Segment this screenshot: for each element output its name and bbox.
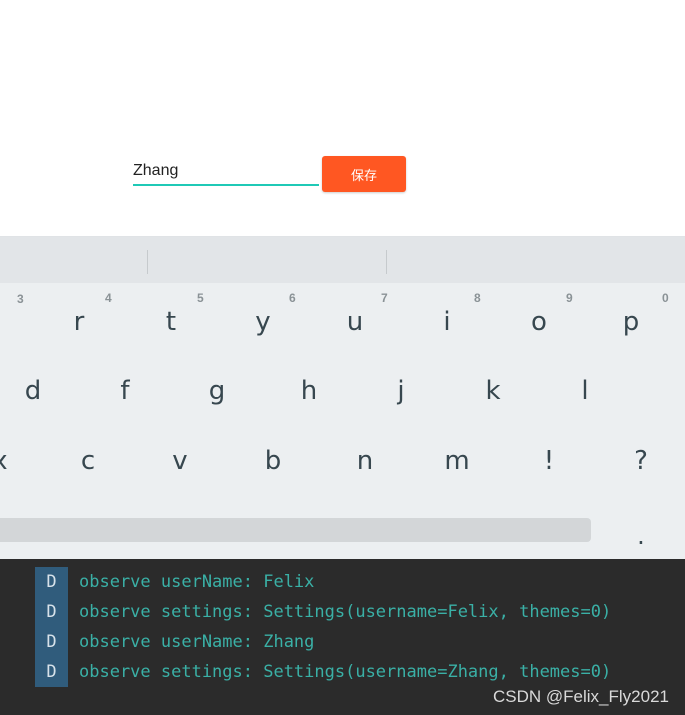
log-level-badge: D — [35, 567, 68, 597]
log-message: observe userName: Zhang — [79, 632, 315, 652]
watermark: CSDN @Felix_Fly2021 — [493, 687, 669, 706]
key-r[interactable]: 4 r — [49, 292, 112, 347]
key-label: g — [208, 376, 226, 406]
key-label: v — [172, 446, 188, 476]
key-label: ! — [543, 446, 555, 476]
key-label: h — [300, 376, 318, 406]
key-y[interactable]: 6 y — [233, 292, 295, 347]
key-l[interactable]: l — [555, 366, 615, 416]
key-hint: 9 — [566, 291, 573, 305]
app-screen: 保存 — [0, 0, 685, 236]
key-label: y — [255, 307, 271, 337]
key-label: b — [264, 446, 282, 476]
suggestion-strip — [0, 237, 685, 283]
key-label: l — [581, 376, 589, 406]
key-o[interactable]: 9 o — [509, 292, 573, 347]
key-label: k — [485, 376, 501, 406]
key-c[interactable]: c — [58, 436, 118, 486]
key-b[interactable]: b — [243, 436, 303, 486]
log-level-badge: D — [35, 657, 68, 687]
key-k[interactable]: k — [463, 366, 523, 416]
log-row: D observe settings: Settings(username=Zh… — [35, 657, 675, 687]
log-row: D observe settings: Settings(username=Fe… — [35, 597, 675, 627]
log-row: D observe userName: Zhang — [35, 627, 675, 657]
key-hint: 0 — [662, 291, 669, 305]
key-j[interactable]: j — [371, 366, 431, 416]
key-question[interactable]: ? — [611, 436, 671, 486]
key-hint: 4 — [105, 291, 112, 305]
save-button[interactable]: 保存 — [322, 156, 406, 192]
key-label: . — [637, 522, 645, 550]
key-hint: 8 — [474, 291, 481, 305]
key-label: t — [165, 307, 177, 337]
key-n[interactable]: n — [335, 436, 395, 486]
logcat-console: D observe userName: Felix D observe sett… — [0, 559, 685, 715]
log-message: observe settings: Settings(username=Feli… — [79, 602, 612, 622]
key-label: j — [397, 376, 405, 406]
key-label: r — [73, 307, 85, 337]
key-v[interactable]: v — [150, 436, 210, 486]
key-hint: 6 — [289, 291, 296, 305]
key-label: o — [531, 307, 547, 337]
log-message: observe userName: Felix — [79, 572, 315, 592]
key-label: d — [24, 376, 42, 406]
key-m[interactable]: m — [427, 436, 487, 486]
suggestion-divider — [147, 250, 148, 274]
key-u[interactable]: 7 u — [325, 292, 388, 347]
key-hint: 7 — [381, 291, 388, 305]
key-g[interactable]: g — [187, 366, 247, 416]
key-label: m — [444, 446, 470, 476]
log-level-badge: D — [35, 627, 68, 657]
suggestion-divider — [386, 250, 387, 274]
key-x[interactable]: x — [0, 436, 30, 486]
username-input[interactable] — [133, 160, 319, 186]
key-h[interactable]: h — [279, 366, 339, 416]
soft-keyboard: 3 4 r 5 t 6 y 7 u 8 i 9 o 0 p d f g h j … — [0, 236, 685, 560]
log-message: observe settings: Settings(username=Zhan… — [79, 662, 612, 682]
key-label: ? — [634, 446, 648, 476]
key-label: f — [120, 376, 130, 406]
log-level-badge: D — [35, 597, 68, 627]
key-exclamation[interactable]: ! — [519, 436, 579, 486]
key-d[interactable]: d — [3, 366, 63, 416]
key-label: i — [443, 307, 451, 337]
key-label: p — [622, 307, 640, 337]
key-label: x — [0, 446, 8, 476]
key-i[interactable]: 8 i — [417, 292, 480, 347]
key-hint-3: 3 — [17, 292, 24, 306]
key-f[interactable]: f — [95, 366, 155, 416]
key-label: c — [80, 446, 96, 476]
spacebar-key[interactable] — [0, 518, 591, 542]
key-label: u — [346, 307, 364, 337]
key-label: n — [356, 446, 374, 476]
key-period[interactable]: . — [611, 511, 671, 561]
key-hint: 5 — [197, 291, 204, 305]
log-row: D observe userName: Felix — [35, 567, 675, 597]
key-t[interactable]: 5 t — [141, 292, 204, 347]
key-p[interactable]: 0 p — [601, 292, 669, 347]
